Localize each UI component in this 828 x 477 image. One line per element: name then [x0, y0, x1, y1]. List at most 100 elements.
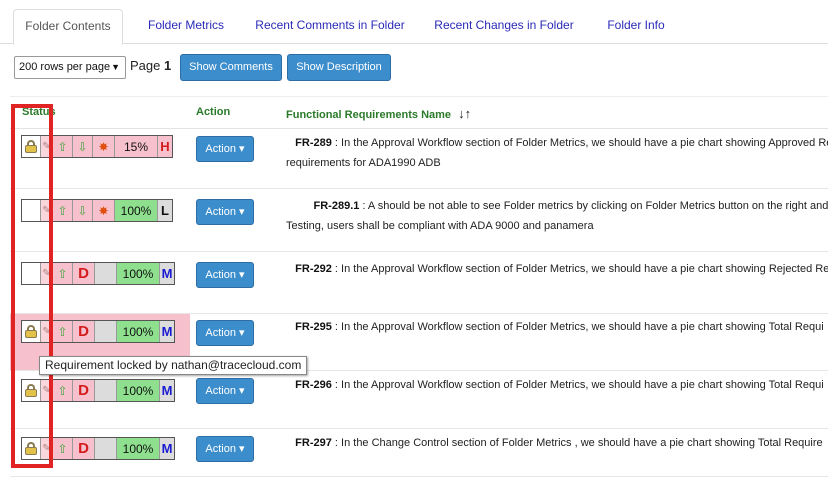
status-cell: ✎ ⇧ D 100% M	[10, 371, 190, 428]
requirement-name[interactable]: FR-289 : In the Approval Workflow sectio…	[286, 133, 828, 173]
priority-badge: H	[158, 136, 172, 157]
requirement-id[interactable]: FR-289	[295, 137, 332, 149]
page-label: Page	[130, 58, 161, 73]
requirement-name[interactable]: FR-296 : In the Approval Workflow sectio…	[286, 375, 828, 395]
priority-badge: L	[158, 200, 172, 221]
empty-status-cell	[95, 321, 117, 342]
requirement-text: : In the Approval Workflow section of Fo…	[331, 379, 824, 391]
status-strip: ✎ ⇧ ⇩ ✸ 100% L	[21, 199, 173, 222]
arrow-down-icon[interactable]: ⇩	[73, 136, 93, 157]
show-description-button[interactable]: Show Description	[287, 54, 391, 81]
caret-down-icon: ▾	[239, 269, 245, 281]
arrow-up-icon[interactable]: ⇧	[53, 321, 73, 342]
completion-percent: 100%	[117, 438, 160, 459]
lock-cell[interactable]	[22, 380, 41, 401]
pencil-icon[interactable]: ✎	[41, 321, 53, 342]
arrow-up-icon[interactable]: ⇧	[53, 263, 73, 284]
arrow-up-icon[interactable]: ⇧	[53, 200, 73, 221]
status-letter: D	[73, 438, 95, 459]
rows-per-page-value: 200 rows per page	[19, 61, 111, 73]
lock-cell[interactable]	[22, 136, 41, 157]
requirement-line: FR-295 : In the Approval Workflow sectio…	[286, 317, 828, 337]
name-column-header[interactable]: Functional Requirements Name ↓↑	[286, 106, 471, 121]
lock-icon	[25, 325, 37, 338]
lock-cell[interactable]	[22, 438, 41, 459]
priority-badge: M	[160, 438, 174, 459]
tab-folder-info[interactable]: Folder Info	[597, 9, 675, 44]
requirement-line: FR-292 : In the Approval Workflow sectio…	[286, 259, 828, 279]
requirement-line: FR-289 : In the Approval Workflow sectio…	[286, 133, 828, 153]
requirement-text: : In the Approval Workflow section of Fo…	[331, 321, 824, 333]
caret-down-icon: ▾	[239, 327, 245, 339]
requirement-name[interactable]: FR-292 : In the Approval Workflow sectio…	[286, 259, 828, 279]
status-strip: ✎ ⇧ D 100% M	[21, 379, 175, 402]
arrow-up-icon[interactable]: ⇧	[53, 136, 73, 157]
completion-percent: 100%	[117, 380, 160, 401]
status-column-header[interactable]: Status	[22, 106, 56, 118]
status-strip: ✎ ⇧ D 100% M	[21, 262, 175, 285]
lock-cell[interactable]	[22, 321, 41, 342]
pencil-icon[interactable]: ✎	[41, 263, 53, 284]
action-column-header: Action	[196, 106, 231, 118]
table-row: ✎ ⇧ ⇩ ✸ 15% H Action ▾ FR-289 : In the A…	[10, 129, 828, 189]
tab-recent-changes[interactable]: Recent Changes in Folder	[428, 9, 580, 44]
arrow-down-icon[interactable]: ⇩	[73, 200, 93, 221]
requirement-id[interactable]: FR-289.1	[314, 200, 360, 212]
caret-down-icon: ▾	[239, 443, 245, 455]
requirement-id[interactable]: FR-296	[295, 379, 332, 391]
requirement-id[interactable]: FR-295	[295, 321, 332, 333]
lock-tooltip: Requirement locked by nathan@tracecloud.…	[39, 356, 308, 375]
action-button[interactable]: Action ▾	[196, 436, 254, 462]
action-label: Action	[205, 143, 236, 155]
completion-percent: 100%	[117, 321, 160, 342]
status-strip: ✎ ⇧ D 100% M	[21, 320, 175, 343]
rows-per-page-select[interactable]: 200 rows per page ▼	[14, 56, 126, 79]
action-label: Action	[205, 443, 236, 455]
empty-status-cell	[95, 380, 117, 401]
action-button[interactable]: Action ▾	[196, 320, 254, 346]
requirement-line-2: Testing, users shall be compliant with A…	[286, 220, 594, 232]
pencil-icon[interactable]: ✎	[41, 438, 53, 459]
requirement-name[interactable]: FR-295 : In the Approval Workflow sectio…	[286, 317, 828, 337]
status-letter: D	[73, 263, 95, 284]
tab-recent-comments[interactable]: Recent Comments in Folder	[250, 9, 410, 44]
arrow-up-icon[interactable]: ⇧	[53, 380, 73, 401]
requirement-name[interactable]: FR-297 : In the Change Control section o…	[286, 433, 828, 453]
show-comments-button[interactable]: Show Comments	[180, 54, 282, 81]
requirement-line: FR-289.1 : A should be not able to see F…	[286, 196, 828, 216]
status-cell: ✎ ⇧ D 100% M	[10, 252, 190, 313]
pencil-icon[interactable]: ✎	[41, 200, 53, 221]
action-button[interactable]: Action ▾	[196, 378, 254, 404]
action-button[interactable]: Action ▾	[196, 136, 254, 162]
sort-icon[interactable]: ↓↑	[458, 106, 471, 121]
pencil-icon[interactable]: ✎	[41, 380, 53, 401]
completion-percent: 100%	[115, 200, 158, 221]
tab-folder-metrics[interactable]: Folder Metrics	[140, 9, 232, 44]
arrow-up-icon[interactable]: ⇧	[53, 438, 73, 459]
burst-icon: ✸	[93, 200, 115, 221]
caret-down-icon: ▾	[239, 206, 245, 218]
tab-folder-contents[interactable]: Folder Contents	[13, 9, 123, 45]
priority-badge: M	[160, 321, 174, 342]
action-button[interactable]: Action ▾	[196, 262, 254, 288]
status-strip: ✎ ⇧ D 100% M	[21, 437, 175, 460]
lock-cell[interactable]	[22, 200, 41, 221]
action-label: Action	[205, 327, 236, 339]
pencil-icon[interactable]: ✎	[41, 136, 53, 157]
burst-icon: ✸	[93, 136, 115, 157]
requirement-line-2: requirements for ADA1990 ADB	[286, 157, 441, 169]
action-label: Action	[205, 269, 236, 281]
requirement-line: FR-296 : In the Approval Workflow sectio…	[286, 375, 828, 395]
requirement-text: : In the Approval Workflow section of Fo…	[331, 263, 828, 275]
requirement-id[interactable]: FR-297	[295, 437, 332, 449]
lock-cell[interactable]	[22, 263, 41, 284]
requirement-name[interactable]: FR-289.1 : A should be not able to see F…	[286, 196, 828, 236]
requirement-id[interactable]: FR-292	[295, 263, 332, 275]
action-button[interactable]: Action ▾	[196, 199, 254, 225]
requirement-text: : A should be not able to see Folder met…	[359, 200, 828, 212]
lock-icon	[25, 384, 37, 397]
caret-down-icon: ▼	[111, 62, 120, 72]
tab-bar: Folder Contents Folder Metrics Recent Co…	[0, 0, 828, 45]
caret-down-icon: ▾	[239, 385, 245, 397]
table-row: ✎ ⇧ ⇩ ✸ 100% L Action ▾ FR-289.1 : A sho…	[10, 189, 828, 252]
